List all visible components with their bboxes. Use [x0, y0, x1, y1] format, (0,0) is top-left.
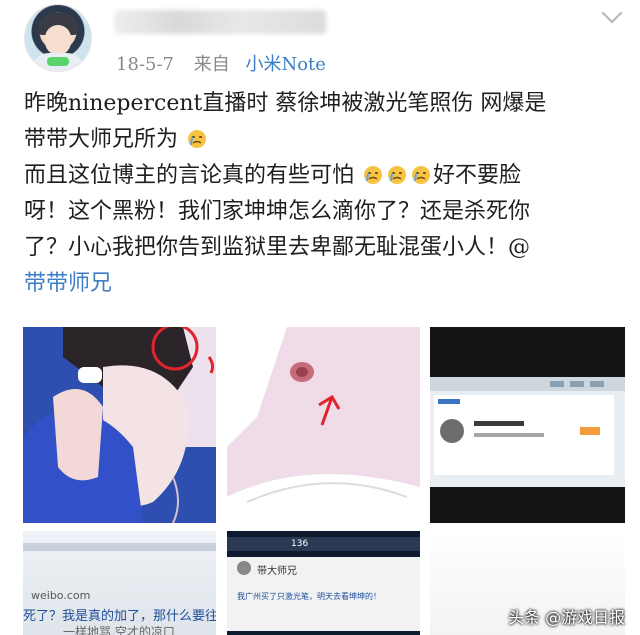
post-line: 呀！这个黑粉！我们家坤坤怎么滴你了？还是杀死你	[24, 199, 531, 224]
post-line: 了？小心我把你告到监狱里去卑鄙无耻混蛋小人！@	[24, 235, 531, 260]
screen-avatar	[237, 561, 251, 575]
post-line: 而且这位博主的言论真的有些可怕 好不要脸	[24, 158, 624, 194]
source-prefix: 来自	[193, 54, 230, 75]
crying-emoji-icon	[188, 130, 207, 148]
post-line-text: 好不要脸	[433, 163, 522, 188]
screen-line-2: 一样地骂 空才的凉口	[63, 625, 175, 635]
screen-post-line: 我广州买了只激光笔，明天去看坤坤的！	[237, 592, 381, 601]
post-meta: 18-5-7 来自 小米Note	[116, 50, 326, 76]
screen-site-text: weibo.com	[31, 589, 91, 602]
screen-tab-bar	[227, 537, 420, 551]
screen-tab-label: 136	[291, 539, 309, 549]
post-photo-4[interactable]: weibo.com 死了？我是真的加了，那什么要往坤坤 一样地骂 空才的凉口	[23, 531, 216, 635]
post-line: 昨晚ninepercent直播时 蔡徐坤被激光笔照伤 网爆是	[24, 91, 547, 116]
post-photo-5[interactable]: 136 带大师兄 我广州买了只激光笔，明天去看坤坤的！	[227, 531, 420, 635]
avatar-badge	[47, 57, 69, 66]
photo-injury-illustration	[227, 327, 420, 523]
avatar-face	[45, 25, 71, 55]
post-line: 带带大师兄所为	[24, 122, 624, 158]
post-line-text: 而且这位博主的言论真的有些可怕	[24, 163, 355, 188]
post-photo-2[interactable]	[227, 327, 420, 523]
weibo-screen-illustration	[430, 327, 625, 523]
post-photo-3[interactable]	[430, 327, 625, 523]
post-text: 昨晚ninepercent直播时 蔡徐坤被激光笔照伤 网爆是 带带大师兄所为 而…	[24, 86, 624, 302]
screen-line-1: 死了？我是真的加了，那什么要往坤坤	[23, 609, 216, 624]
watermark-text: 头条 @游戏日报	[508, 608, 626, 627]
screen-header-bar	[23, 543, 216, 551]
crying-emoji-icon	[388, 166, 407, 184]
photo-person-illustration	[23, 327, 216, 523]
mention-link[interactable]: 带带师兄	[24, 266, 624, 302]
chevron-down-icon[interactable]	[600, 10, 624, 26]
post-line-text: 带带大师兄所为	[24, 127, 179, 152]
post-date: 18-5-7	[116, 54, 174, 75]
blurred-username[interactable]	[114, 10, 326, 34]
crying-emoji-icon	[412, 166, 431, 184]
device-link[interactable]: 小米Note	[245, 54, 325, 75]
post-photo-1[interactable]	[23, 327, 216, 523]
crying-emoji-icon	[364, 166, 383, 184]
user-avatar[interactable]	[24, 4, 92, 72]
screen-username: 带大师兄	[257, 566, 297, 577]
